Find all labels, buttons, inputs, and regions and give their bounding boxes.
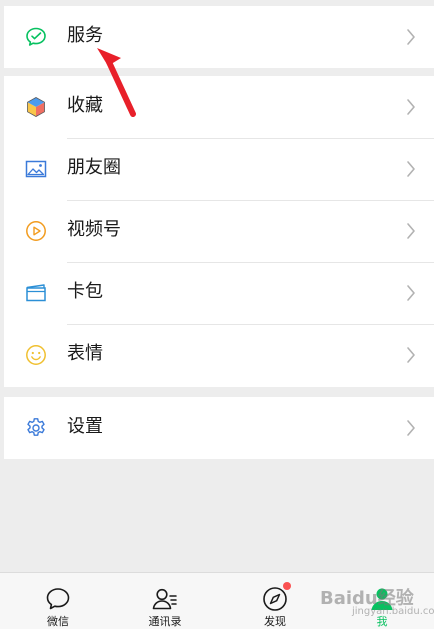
settings-gear-icon bbox=[24, 416, 48, 440]
chevron-right-icon bbox=[406, 284, 416, 302]
menu-item-favorites[interactable]: 收藏 bbox=[4, 76, 434, 138]
tab-chats[interactable]: 微信 bbox=[23, 573, 93, 629]
menu-item-label: 视频号 bbox=[67, 219, 121, 240]
card-wallet-icon bbox=[24, 281, 48, 305]
chevron-right-icon bbox=[406, 222, 416, 240]
chevron-right-icon bbox=[406, 419, 416, 437]
tab-label: 发现 bbox=[264, 615, 286, 628]
moments-image-icon bbox=[24, 157, 48, 181]
tab-label: 通讯录 bbox=[148, 615, 182, 628]
tab-contacts[interactable]: 通讯录 bbox=[130, 573, 200, 629]
menu-item-label: 卡包 bbox=[67, 281, 103, 302]
sticker-smile-icon bbox=[24, 343, 48, 367]
notification-badge bbox=[283, 582, 291, 590]
menu-item-label: 朋友圈 bbox=[67, 157, 121, 178]
tab-discover[interactable]: 发现 bbox=[240, 573, 310, 629]
annotation-arrow-icon bbox=[95, 44, 143, 118]
menu-group-main: 收藏 朋友圈 视频号 卡包 表情 bbox=[4, 76, 434, 387]
menu-item-moments[interactable]: 朋友圈 bbox=[4, 138, 434, 200]
watermark-sub-text: jingyan.baidu.com bbox=[352, 606, 434, 617]
service-wallet-icon bbox=[24, 25, 48, 49]
menu-group-settings: 设置 bbox=[4, 397, 434, 459]
channels-play-icon bbox=[24, 219, 48, 243]
chevron-right-icon bbox=[406, 98, 416, 116]
menu-item-stickers[interactable]: 表情 bbox=[4, 324, 434, 386]
chat-bubble-icon bbox=[44, 585, 72, 613]
baidu-watermark: Baidu经验 jingyan.baidu.com bbox=[312, 582, 434, 622]
menu-item-settings[interactable]: 设置 bbox=[4, 397, 434, 459]
favorites-cube-icon bbox=[24, 95, 48, 119]
menu-item-label: 表情 bbox=[67, 343, 103, 364]
contacts-icon bbox=[151, 585, 179, 613]
menu-item-service[interactable]: 服务 bbox=[4, 6, 434, 68]
menu-group-service: 服务 bbox=[4, 6, 434, 68]
menu-item-label: 设置 bbox=[67, 416, 103, 437]
menu-item-cards[interactable]: 卡包 bbox=[4, 262, 434, 324]
chevron-right-icon bbox=[406, 346, 416, 364]
chevron-right-icon bbox=[406, 28, 416, 46]
menu-item-channels[interactable]: 视频号 bbox=[4, 200, 434, 262]
chevron-right-icon bbox=[406, 160, 416, 178]
tab-label: 微信 bbox=[47, 615, 69, 628]
